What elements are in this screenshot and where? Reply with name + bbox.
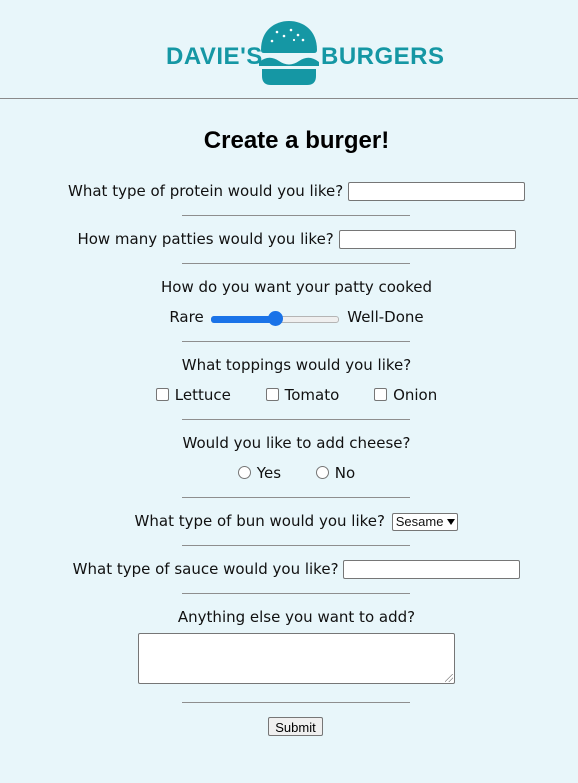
logo-text-right: BURGERS bbox=[321, 43, 445, 70]
rare-label: Rare bbox=[169, 308, 204, 326]
cheese-label-row: Would you like to add cheese? bbox=[0, 433, 578, 453]
sauce-input[interactable] bbox=[343, 560, 521, 579]
divider bbox=[182, 545, 410, 546]
cheese-no-label: No bbox=[334, 464, 356, 482]
topping-onion[interactable]: Onion bbox=[374, 385, 437, 405]
extra-textarea[interactable] bbox=[138, 633, 455, 684]
slider-fill bbox=[211, 315, 276, 323]
cheese-options: Yes No bbox=[0, 463, 578, 483]
topping-lettuce[interactable]: Lettuce bbox=[155, 385, 231, 405]
cheese-label: Would you like to add cheese? bbox=[182, 434, 411, 452]
divider bbox=[182, 593, 410, 594]
extra-label-row: Anything else you want to add? bbox=[0, 607, 578, 627]
doneness-slider[interactable] bbox=[211, 310, 340, 326]
onion-checkbox[interactable] bbox=[374, 388, 388, 401]
site-header: DAVIE'S BURGERS bbox=[0, 0, 578, 99]
divider bbox=[182, 341, 410, 342]
resize-grip-icon[interactable] bbox=[445, 674, 453, 682]
bun-selected-value: Sesame bbox=[395, 513, 444, 529]
divider bbox=[182, 497, 410, 498]
well-done-label: Well-Done bbox=[347, 308, 424, 326]
cooked-label: How do you want your patty cooked bbox=[160, 278, 433, 296]
lettuce-checkbox[interactable] bbox=[155, 388, 169, 401]
toppings-options: Lettuce Tomato Onion bbox=[0, 385, 578, 405]
extra-label: Anything else you want to add? bbox=[177, 608, 416, 626]
lettuce-label: Lettuce bbox=[174, 386, 231, 404]
page-title: Create a burger! bbox=[203, 127, 390, 154]
bun-label: What type of bun would you like? bbox=[134, 512, 385, 530]
sauce-row: What type of sauce would you like? bbox=[0, 559, 578, 579]
topping-tomato[interactable]: Tomato bbox=[265, 385, 340, 405]
patties-row: How many patties would you like? bbox=[0, 229, 578, 249]
cheese-no-radio[interactable] bbox=[315, 466, 329, 479]
burger-icon bbox=[259, 21, 319, 85]
cooked-slider-row: Rare Well-Done bbox=[0, 307, 578, 327]
cheese-no[interactable]: No bbox=[315, 463, 356, 483]
logo-text-left: DAVIE'S bbox=[166, 43, 263, 70]
patties-input[interactable] bbox=[338, 230, 516, 249]
toppings-label-row: What toppings would you like? bbox=[0, 355, 578, 375]
cheese-yes[interactable]: Yes bbox=[237, 463, 282, 483]
tomato-checkbox[interactable] bbox=[265, 388, 279, 401]
site-logo[interactable]: DAVIE'S BURGERS bbox=[166, 20, 444, 86]
protein-input[interactable] bbox=[347, 182, 525, 201]
submit-button[interactable]: Submit bbox=[268, 717, 323, 736]
bun-row: What type of bun would you like? Sesame bbox=[0, 511, 578, 531]
cooked-label-row: How do you want your patty cooked bbox=[0, 277, 578, 297]
divider bbox=[182, 419, 410, 420]
tomato-label: Tomato bbox=[284, 386, 340, 404]
divider bbox=[182, 215, 410, 216]
divider bbox=[182, 263, 410, 264]
chevron-down-icon bbox=[447, 519, 456, 526]
divider bbox=[182, 702, 410, 703]
onion-label: Onion bbox=[393, 386, 438, 404]
protein-label: What type of protein would you like? bbox=[68, 182, 344, 200]
toppings-label: What toppings would you like? bbox=[181, 356, 412, 374]
sauce-label: What type of sauce would you like? bbox=[72, 560, 339, 578]
cheese-yes-radio[interactable] bbox=[237, 466, 251, 479]
cheese-yes-label: Yes bbox=[256, 464, 282, 482]
patties-label: How many patties would you like? bbox=[77, 230, 334, 248]
bun-select[interactable]: Sesame bbox=[391, 512, 459, 531]
slider-thumb[interactable] bbox=[268, 310, 284, 326]
protein-row: What type of protein would you like? bbox=[0, 181, 578, 201]
